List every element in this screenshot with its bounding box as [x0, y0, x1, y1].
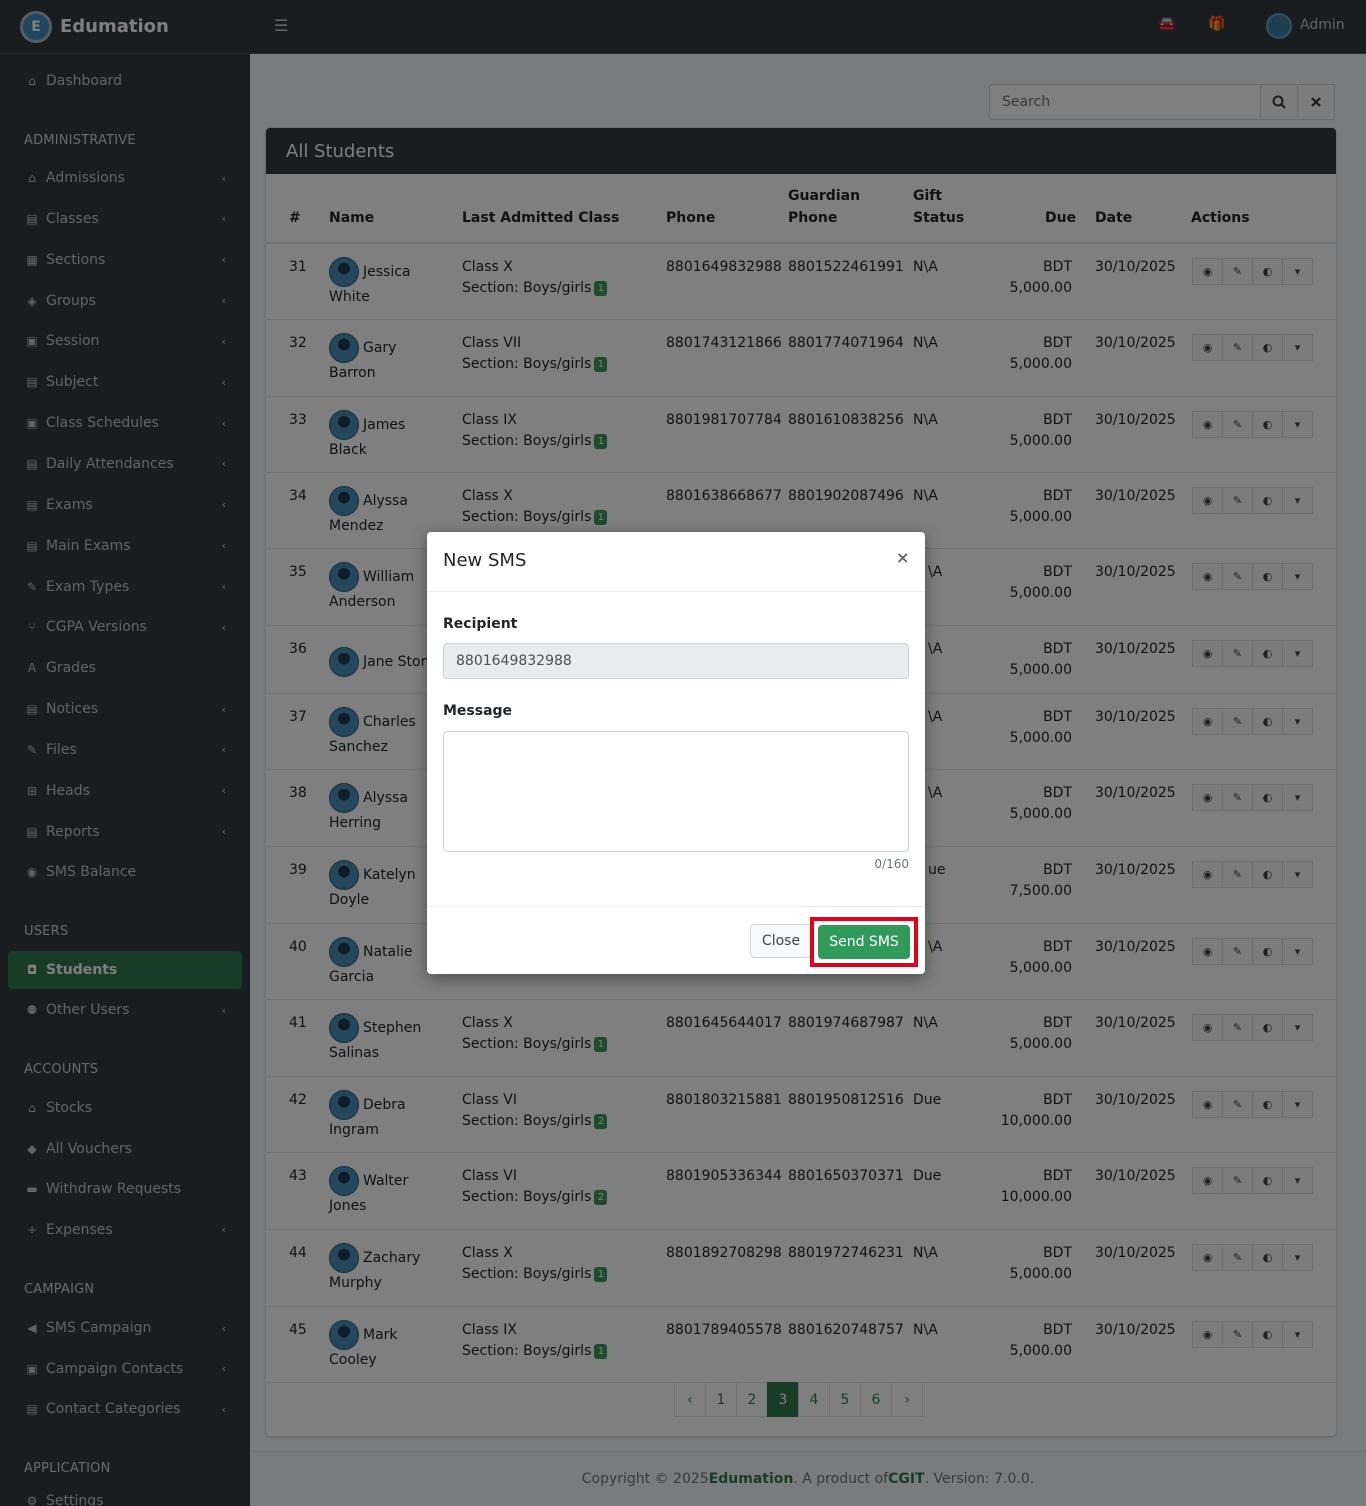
send-sms-button[interactable]: Send SMS [818, 925, 910, 959]
close-button[interactable]: Close [750, 924, 812, 958]
message-counter: 0/160 [874, 857, 909, 871]
modal-title: New SMS [443, 550, 527, 571]
modal-header: New SMS × [427, 532, 925, 592]
recipient-field[interactable]: 8801649832988 [443, 643, 909, 679]
modal-footer: Close Send SMS [427, 906, 925, 974]
send-sms-highlight: Send SMS [810, 917, 918, 967]
message-textarea[interactable] [443, 731, 909, 852]
new-sms-modal: New SMS × Recipient 8801649832988 Messag… [427, 532, 925, 974]
recipient-label: Recipient [443, 616, 518, 632]
modal-close-icon[interactable]: × [896, 548, 909, 567]
message-label: Message [443, 703, 513, 719]
